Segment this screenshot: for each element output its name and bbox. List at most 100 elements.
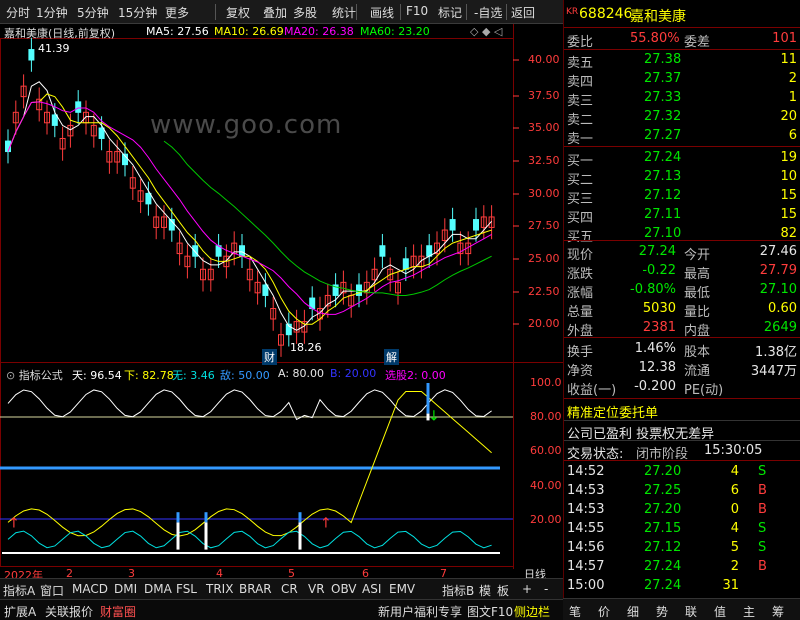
indicator-tab-8[interactable]: CR bbox=[281, 582, 298, 596]
sell-level-row[interactable]: 卖四 27.37 2 bbox=[564, 70, 800, 90]
indicator-tab-2[interactable]: MACD bbox=[72, 582, 108, 596]
indicator-tab-11[interactable]: ASI bbox=[362, 582, 381, 596]
indicator-tab-16[interactable]: + bbox=[522, 582, 532, 596]
stat-value: 2381 bbox=[642, 320, 676, 335]
ma-legend-item: MA60: 23.20 bbox=[360, 25, 430, 38]
tick-side: B bbox=[758, 483, 767, 498]
level-volume: 82 bbox=[780, 226, 797, 241]
buy-level-row[interactable]: 买二 27.13 10 bbox=[564, 168, 800, 188]
level-price: 27.32 bbox=[644, 109, 682, 124]
toolbar-item-3[interactable]: 15分钟 bbox=[118, 4, 157, 21]
status-right-item-0[interactable]: 新用户福利专享 bbox=[378, 603, 462, 620]
indicator-tab-10[interactable]: OBV bbox=[331, 582, 357, 596]
level-label: 买三 bbox=[567, 192, 594, 207]
toolbar-item-5[interactable]: 复权 bbox=[226, 4, 250, 21]
quote-tab-3[interactable]: 势 bbox=[656, 603, 668, 620]
toolbar-item-7[interactable]: 多股 bbox=[293, 4, 317, 21]
indicator-tab-0[interactable]: 指标A bbox=[3, 582, 35, 599]
sell-arrow-icon: ↓ bbox=[428, 408, 440, 424]
indicator-tab-15[interactable]: 板 bbox=[497, 582, 509, 599]
buy-arrow-icon: ↑ bbox=[320, 516, 332, 532]
fundamental-label: 流通 bbox=[684, 364, 711, 379]
quote-tab-1[interactable]: 价 bbox=[598, 603, 610, 620]
indicator-legend-item: 无: 3.46 bbox=[172, 369, 215, 382]
candle-body bbox=[262, 284, 269, 296]
toolbar-item-4[interactable]: 更多 bbox=[165, 4, 189, 21]
sell-level-row[interactable]: 卖五 27.38 11 bbox=[564, 51, 800, 71]
chart-option-icons[interactable]: ◇ ◆ ◁ bbox=[470, 25, 502, 38]
toolbar-item-13[interactable]: 返回 bbox=[511, 4, 535, 21]
tick-row: 14:52 27.20 4 S bbox=[564, 463, 800, 481]
candle-body bbox=[75, 101, 82, 113]
toolbar-item-8[interactable]: 统计 bbox=[332, 4, 356, 21]
level-price: 27.10 bbox=[644, 226, 682, 241]
buy-level-row[interactable]: 买四 27.11 15 bbox=[564, 206, 800, 226]
indicator-series-0 bbox=[7, 389, 492, 421]
indicator-tab-17[interactable]: - bbox=[544, 582, 548, 596]
indicator-tab-3[interactable]: DMI bbox=[114, 582, 137, 596]
status-right-item-2[interactable]: 侧边栏 bbox=[514, 603, 550, 620]
status-left-item-2[interactable]: 财富圈 bbox=[100, 603, 136, 620]
level-volume: 15 bbox=[780, 188, 797, 203]
banner-text[interactable]: 精准定位委托单 bbox=[567, 402, 658, 421]
indicator-tab-5[interactable]: FSL bbox=[176, 582, 197, 596]
stat-label: 量比 bbox=[684, 305, 711, 320]
indicator-tab-4[interactable]: DMA bbox=[144, 582, 172, 596]
indicator-tab-12[interactable]: EMV bbox=[389, 582, 415, 596]
quote-tab-6[interactable]: 主 bbox=[743, 603, 755, 620]
toolbar-item-0[interactable]: 分时 bbox=[6, 4, 30, 21]
fundamental-label: 净资 bbox=[567, 364, 594, 379]
indicator-name[interactable]: ⊙ 指标公式 bbox=[6, 367, 63, 383]
indicator-tab-9[interactable]: VR bbox=[308, 582, 325, 596]
indicator-tab-14[interactable]: 模 bbox=[479, 582, 491, 599]
indicator-tab-7[interactable]: BRAR bbox=[239, 582, 272, 596]
toolbar-separator-3 bbox=[466, 4, 467, 20]
buy-level-row[interactable]: 买三 27.12 15 bbox=[564, 187, 800, 207]
precise-order-banner[interactable]: 精准定位委托单 bbox=[564, 401, 800, 421]
tick-volume: 4 bbox=[730, 464, 739, 479]
quote-tab-0[interactable]: 笔 bbox=[569, 603, 581, 620]
toolbar-item-1[interactable]: 1分钟 bbox=[36, 4, 68, 21]
level-volume: 11 bbox=[780, 52, 797, 67]
quote-tab-4[interactable]: 联 bbox=[685, 603, 697, 620]
toolbar-item-6[interactable]: 叠加 bbox=[263, 4, 287, 21]
toolbar-item-11[interactable]: 标记 bbox=[438, 4, 462, 21]
ma-legend-item: MA20: 26.38 bbox=[284, 25, 354, 38]
candle-body bbox=[145, 192, 152, 205]
stat-label: 今开 bbox=[684, 248, 711, 263]
quote-tab-2[interactable]: 细 bbox=[627, 603, 639, 620]
toolbar-item-2[interactable]: 5分钟 bbox=[77, 4, 109, 21]
status-left-item-0[interactable]: 扩展A bbox=[4, 603, 36, 620]
company-notice: 公司已盈利 投票权无差异 bbox=[564, 422, 800, 442]
price-tick: 27.50 bbox=[528, 219, 560, 232]
level-price: 27.27 bbox=[644, 128, 682, 143]
sell-level-row[interactable]: 卖一 27.27 6 bbox=[564, 127, 800, 147]
indicator-tabs-bar: 指标A 窗口 MACD DMI DMA FSL TRIX BRAR CR VR OBV ASI EMV 指… bbox=[0, 578, 563, 599]
toolbar-item-12[interactable]: -自选 bbox=[474, 4, 502, 21]
candle-body bbox=[402, 258, 409, 270]
chart-area[interactable]: ↑ ↑ ↓ bbox=[0, 24, 563, 569]
collapse-icon[interactable]: ⊙ bbox=[6, 369, 15, 382]
buy-level-row[interactable]: 买一 27.24 19 bbox=[564, 149, 800, 169]
indicator-tab-6[interactable]: TRIX bbox=[206, 582, 233, 596]
indicator-legend-item: 天: 96.54 bbox=[72, 369, 122, 382]
level-price: 27.37 bbox=[644, 71, 682, 86]
toolbar-item-9[interactable]: 画线 bbox=[370, 4, 394, 21]
finance-note-badge[interactable]: 财 bbox=[262, 349, 277, 365]
indicator-tab-13[interactable]: 指标B bbox=[442, 582, 474, 599]
unlock-note-badge[interactable]: 解 bbox=[384, 349, 399, 365]
quote-tab-7[interactable]: 筹 bbox=[772, 603, 784, 620]
status-left-item-1[interactable]: 关联报价 bbox=[45, 603, 93, 620]
level-price: 27.13 bbox=[644, 169, 682, 184]
sell-level-row[interactable]: 卖三 27.33 1 bbox=[564, 89, 800, 109]
toolbar-item-10[interactable]: F10 bbox=[406, 4, 428, 18]
stock-code: 688246 bbox=[579, 6, 633, 22]
indicator-legend-item: 敌: 50.00 bbox=[220, 369, 270, 382]
quote-tab-5[interactable]: 值 bbox=[714, 603, 726, 620]
level-label: 卖五 bbox=[567, 56, 594, 71]
status-right-item-1[interactable]: 图文F10 bbox=[467, 603, 513, 620]
indicator-tick: 20.00 bbox=[530, 513, 562, 526]
indicator-tab-1[interactable]: 窗口 bbox=[40, 582, 64, 599]
sell-level-row[interactable]: 卖二 27.32 20 bbox=[564, 108, 800, 128]
candle-body bbox=[379, 245, 386, 257]
